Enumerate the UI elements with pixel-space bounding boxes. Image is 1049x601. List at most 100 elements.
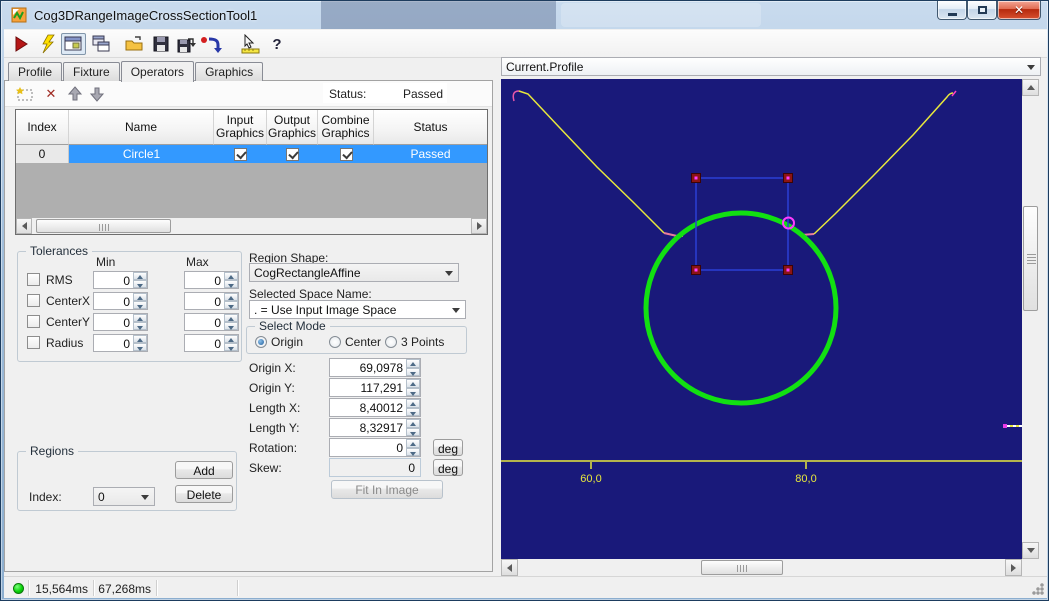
reset-button[interactable]	[200, 33, 222, 55]
length-y-field[interactable]: 8,32917	[329, 418, 421, 437]
spinner[interactable]	[133, 272, 147, 288]
regions-title: Regions	[26, 444, 78, 458]
spinner[interactable]	[133, 335, 147, 351]
combine-graphics-checkbox[interactable]	[340, 148, 353, 161]
centery-checkbox[interactable]	[27, 315, 40, 328]
radio-3points[interactable]	[385, 336, 397, 348]
radio-origin[interactable]	[255, 336, 267, 348]
rotation-field[interactable]: 0	[329, 438, 421, 457]
spinner[interactable]	[224, 314, 238, 330]
scroll-down-button[interactable]	[1022, 542, 1039, 559]
grid-cell-output-graphics[interactable]	[267, 145, 318, 163]
output-graphics-checkbox[interactable]	[286, 148, 299, 161]
column-header-name[interactable]: Name	[69, 110, 214, 145]
run-button[interactable]	[10, 33, 32, 55]
open-file-button[interactable]	[123, 33, 145, 55]
add-operator-button[interactable]	[15, 85, 35, 103]
profile-display[interactable]: 60,0 80,0	[501, 79, 1022, 559]
scrollbar-corner	[1022, 559, 1039, 576]
float-window-button[interactable]	[90, 33, 112, 55]
statusbar-separator	[156, 580, 157, 596]
rms-max-field[interactable]: 0	[184, 271, 239, 289]
grid-cell-name[interactable]: Circle1	[69, 145, 214, 163]
skew-deg-button[interactable]: deg	[433, 459, 463, 476]
column-header-index[interactable]: Index	[16, 110, 69, 145]
delete-region-button[interactable]: Delete	[175, 485, 233, 503]
grid-horizontal-scrollbar[interactable]	[16, 218, 487, 234]
grid-cell-combine-graphics[interactable]	[318, 145, 374, 163]
scroll-thumb[interactable]	[36, 219, 171, 233]
spinner[interactable]	[406, 379, 420, 396]
close-button[interactable]: ✕	[997, 1, 1041, 20]
spinner[interactable]	[133, 314, 147, 330]
minimize-button[interactable]	[937, 1, 967, 20]
scroll-thumb[interactable]	[1023, 206, 1038, 311]
region-shape-select[interactable]: CogRectangleAffine	[249, 263, 459, 282]
delete-operator-button[interactable]: ✕	[41, 85, 61, 103]
scroll-up-button[interactable]	[1022, 79, 1039, 96]
run-status-led	[13, 583, 24, 594]
space-name-select[interactable]: . = Use Input Image Space	[249, 300, 466, 319]
radius-checkbox[interactable]	[27, 336, 40, 349]
spinner[interactable]	[406, 439, 420, 456]
radius-min-field[interactable]: 0	[93, 334, 148, 352]
spinner[interactable]	[406, 399, 420, 416]
radio-center[interactable]	[329, 336, 341, 348]
scroll-thumb[interactable]	[701, 560, 783, 575]
region-index-select[interactable]: 0	[93, 487, 155, 506]
run-continuous-button[interactable]	[38, 33, 60, 55]
column-header-input-graphics[interactable]: InputGraphics	[214, 110, 267, 145]
pointer-tools-button[interactable]	[240, 33, 262, 55]
centerx-min-field[interactable]: 0	[93, 292, 148, 310]
column-header-status[interactable]: Status	[374, 110, 487, 145]
origin-y-field[interactable]: 117,291	[329, 378, 421, 397]
plot-background	[501, 79, 1022, 559]
spinner[interactable]	[224, 272, 238, 288]
origin-x-field[interactable]: 69,0978	[329, 358, 421, 377]
centery-min-field[interactable]: 0	[93, 313, 148, 331]
grid-cell-input-graphics[interactable]	[214, 145, 267, 163]
rotation-deg-button[interactable]: deg	[433, 439, 463, 456]
help-button[interactable]: ?	[266, 33, 288, 55]
centerx-checkbox[interactable]	[27, 294, 40, 307]
origin-y-label: Origin Y:	[249, 381, 295, 395]
scroll-right-button[interactable]	[471, 218, 487, 234]
column-header-output-graphics[interactable]: OutputGraphics	[267, 110, 318, 145]
spinner[interactable]	[133, 293, 147, 309]
save-as-button[interactable]	[175, 33, 197, 55]
spinner[interactable]	[406, 359, 420, 376]
spinner[interactable]	[224, 335, 238, 351]
display-horizontal-scrollbar[interactable]	[501, 559, 1022, 576]
show-image-window-button[interactable]	[61, 33, 86, 55]
fit-in-image-button[interactable]: Fit In Image	[331, 480, 443, 499]
rms-min-field[interactable]: 0	[93, 271, 148, 289]
resize-grip[interactable]	[1031, 582, 1044, 595]
spinner[interactable]	[406, 419, 420, 436]
rms-checkbox[interactable]	[27, 273, 40, 286]
column-header-combine-graphics[interactable]: CombineGraphics	[318, 110, 374, 145]
tab-operators[interactable]: Operators	[121, 61, 194, 82]
tab-profile[interactable]: Profile	[8, 62, 62, 81]
scroll-right-button[interactable]	[1005, 559, 1022, 576]
tab-graphics[interactable]: Graphics	[195, 62, 263, 81]
input-graphics-checkbox[interactable]	[234, 148, 247, 161]
scroll-left-button[interactable]	[16, 218, 32, 234]
add-region-button[interactable]: Add	[175, 461, 233, 479]
save-button[interactable]	[150, 33, 172, 55]
display-vertical-scrollbar[interactable]	[1022, 79, 1039, 559]
grid-cell-index[interactable]: 0	[16, 145, 69, 163]
move-down-button[interactable]	[87, 85, 107, 103]
radius-max-field[interactable]: 0	[184, 334, 239, 352]
grid-cell-status[interactable]: Passed	[374, 145, 487, 163]
skew-label: Skew:	[249, 461, 282, 475]
centerx-max-field[interactable]: 0	[184, 292, 239, 310]
tab-fixture[interactable]: Fixture	[63, 62, 120, 81]
titlebar-glass-patch-light	[561, 3, 761, 27]
move-up-button[interactable]	[65, 85, 85, 103]
centery-max-field[interactable]: 0	[184, 313, 239, 331]
length-x-field[interactable]: 8,40012	[329, 398, 421, 417]
maximize-button[interactable]	[967, 1, 997, 20]
spinner[interactable]	[224, 293, 238, 309]
scroll-left-button[interactable]	[501, 559, 518, 576]
display-source-select[interactable]: Current.Profile	[501, 57, 1041, 76]
